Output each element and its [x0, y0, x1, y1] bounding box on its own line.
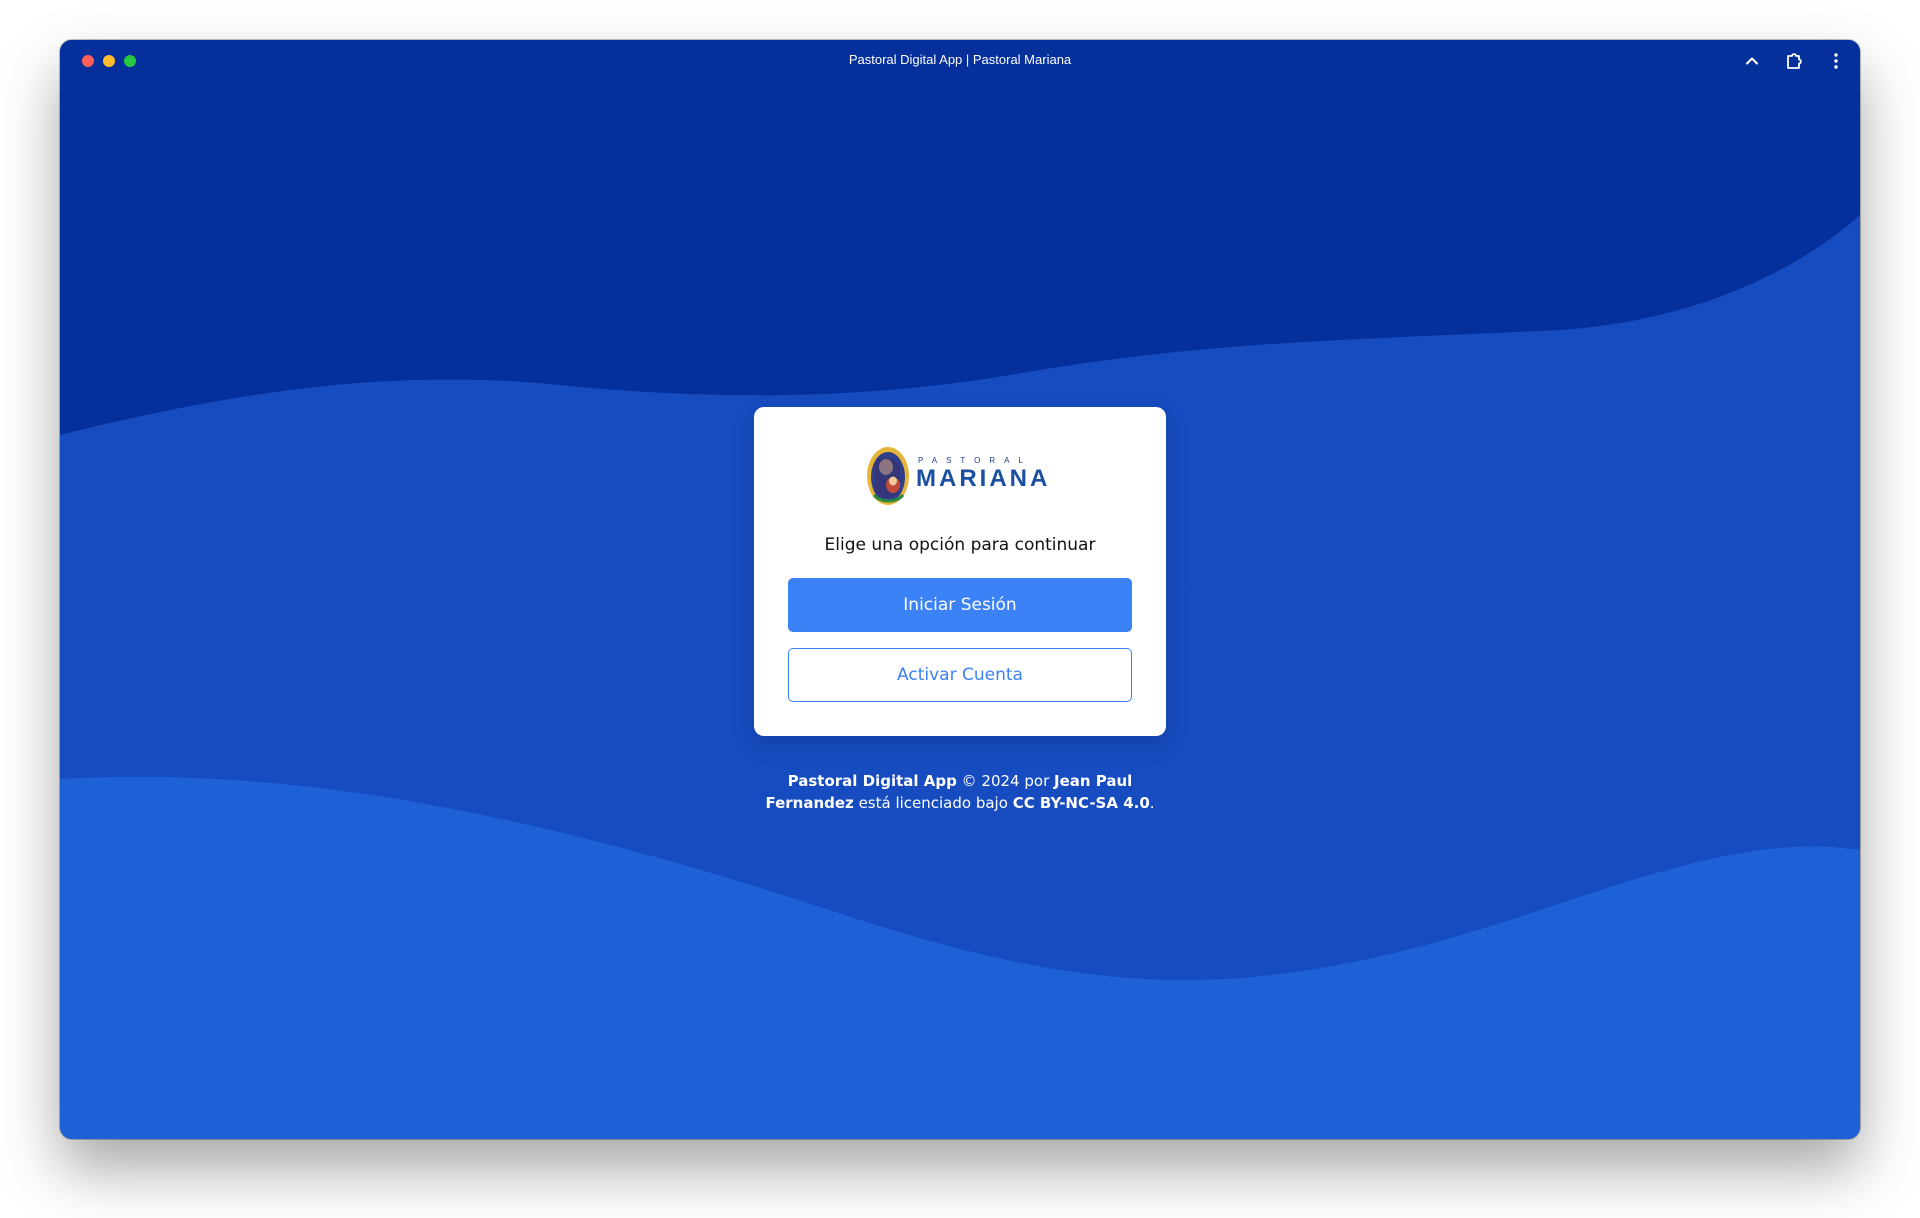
app-name-link[interactable]: Pastoral Digital App: [788, 772, 957, 790]
auth-options-card: PASTORAL MARIANA Elige una opción para c…: [754, 407, 1166, 736]
footer-line-1: Pastoral Digital App © 2024 por Jean Pau…: [60, 770, 1860, 792]
madonna-icon: [867, 447, 909, 505]
app-window: Pastoral Digital App | Pastoral Mariana: [60, 40, 1860, 1139]
author-last-name[interactable]: Fernandez: [765, 794, 853, 812]
footer-period: .: [1149, 794, 1155, 812]
logo-title: MARIANA: [916, 465, 1051, 492]
activate-account-button[interactable]: Activar Cuenta: [788, 648, 1132, 702]
login-button[interactable]: Iniciar Sesión: [788, 578, 1132, 632]
footer-line-2: Fernandez está licenciado bajo CC BY-NC-…: [60, 792, 1860, 814]
logo-subtitle: PASTORAL: [918, 456, 1032, 465]
license-footer: Pastoral Digital App © 2024 por Jean Pau…: [60, 770, 1860, 814]
license-link[interactable]: CC BY-NC-SA 4.0: [1013, 794, 1150, 812]
author-first-name[interactable]: Jean Paul: [1054, 772, 1132, 790]
chevron-up-icon[interactable]: [1738, 48, 1766, 74]
choose-option-text: Elige una opción para continuar: [824, 535, 1096, 555]
title-bar: Pastoral Digital App | Pastoral Mariana: [60, 40, 1860, 82]
titlebar-actions: [1738, 48, 1850, 74]
pastoral-mariana-logo: PASTORAL MARIANA: [866, 445, 1056, 507]
more-vertical-icon[interactable]: [1822, 48, 1850, 74]
copyright-text: © 2024 por: [961, 772, 1050, 790]
license-text: está licenciado bajo: [858, 794, 1008, 812]
extension-icon[interactable]: [1780, 48, 1808, 74]
window-title: Pastoral Digital App | Pastoral Mariana: [848, 52, 1072, 67]
